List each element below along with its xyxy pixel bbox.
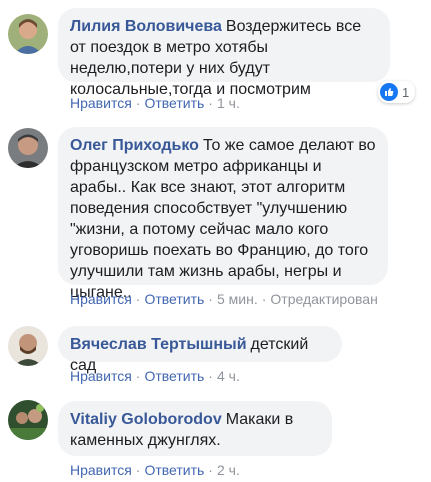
separator: · [135, 462, 141, 478]
comment-bubble: Олег Приходько То же самое делают во фран… [58, 127, 388, 301]
comment-actions: Нравится · Ответить · 4 ч. [70, 367, 240, 385]
like-icon [380, 83, 398, 101]
separator: · [135, 291, 141, 307]
separator: · [208, 462, 213, 478]
separator: · [208, 95, 213, 111]
separator: · [135, 95, 141, 111]
comment-actions: Нравится · Ответить · 1 ч. [70, 94, 240, 112]
comment-actions: Нравится · Ответить · 2 ч. [70, 461, 240, 479]
comment-timestamp[interactable]: 4 ч. [217, 368, 240, 384]
reply-link[interactable]: Ответить [144, 368, 204, 384]
comment-author[interactable]: Vitaliy Goloborodov [70, 411, 222, 428]
comment-bubble: Лилия Воловичева Воздержитесь все от поез… [58, 8, 390, 98]
avatar[interactable] [8, 14, 48, 54]
like-link[interactable]: Нравится [70, 462, 132, 478]
comment-bubble: Вячеслав Тертышный детский сад [58, 326, 342, 374]
comment: Лилия Воловичева Воздержитесь все от поез… [0, 0, 431, 120]
reply-link[interactable]: Ответить [144, 291, 204, 307]
reply-link[interactable]: Ответить [144, 95, 204, 111]
separator: · [208, 291, 213, 307]
comment-text: То же самое делают во французском метро … [70, 137, 376, 301]
comment-timestamp[interactable]: 2 ч. [217, 462, 240, 478]
comment-bubble: Vitaliy Goloborodov Макаки в каменных джу… [58, 401, 332, 456]
reaction-count: 1 [402, 84, 410, 100]
comment-author[interactable]: Олег Приходько [70, 137, 199, 154]
comment-author[interactable]: Лилия Воловичева [70, 18, 222, 35]
avatar[interactable] [8, 326, 48, 366]
like-link[interactable]: Нравится [70, 291, 132, 307]
separator: · [208, 368, 213, 384]
reply-link[interactable]: Ответить [144, 462, 204, 478]
like-link[interactable]: Нравится [70, 95, 132, 111]
reaction-count-badge[interactable]: 1 [378, 81, 416, 103]
edited-label[interactable]: Отредактирован [270, 291, 377, 307]
comment-actions: Нравится · Ответить · 5 мин. · Отредактирован [70, 290, 378, 308]
separator: · [135, 368, 141, 384]
comment-author[interactable]: Вячеслав Тертышный [70, 336, 247, 353]
like-link[interactable]: Нравится [70, 368, 132, 384]
comment-timestamp[interactable]: 1 ч. [217, 95, 240, 111]
separator: · [261, 291, 267, 307]
avatar[interactable] [8, 400, 48, 440]
avatar[interactable] [8, 128, 48, 168]
comment-timestamp[interactable]: 5 мин. [217, 291, 258, 307]
